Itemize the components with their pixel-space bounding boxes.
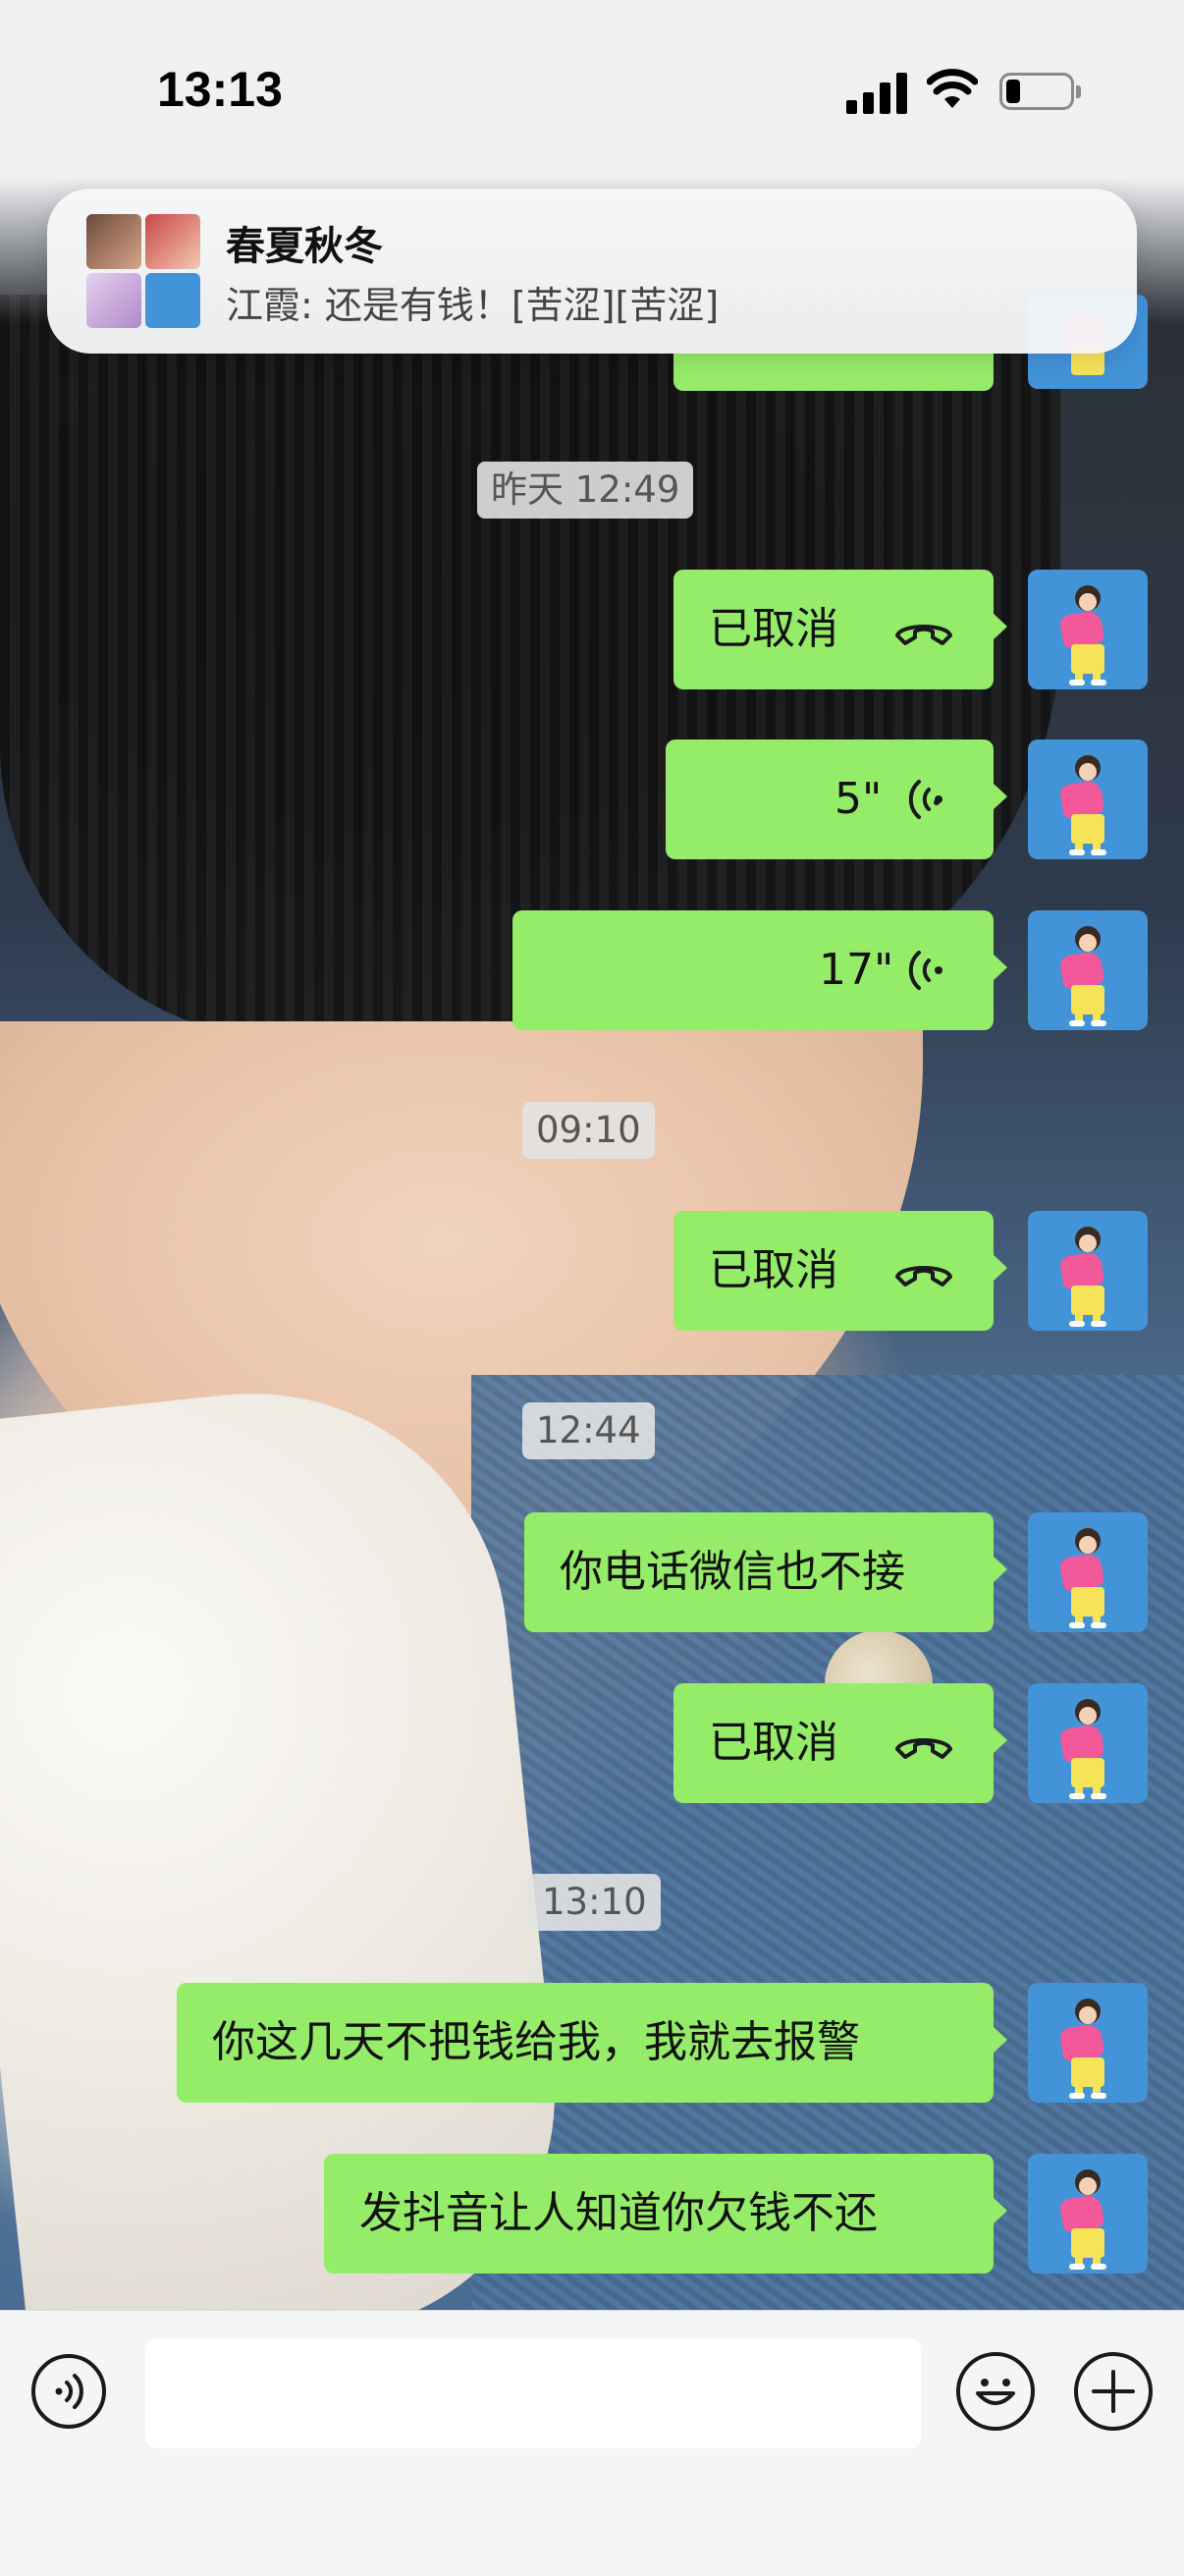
emoji-button[interactable] (956, 2352, 1035, 2431)
voice-wave-icon (908, 780, 942, 819)
emoji-icon (976, 2379, 1015, 2405)
avatar[interactable] (1028, 570, 1148, 689)
voice-mode-button[interactable] (31, 2354, 106, 2429)
message-bubble-text[interactable]: 你电话微信也不接 (524, 1512, 1007, 1632)
avatar[interactable] (1028, 1211, 1148, 1331)
wifi-icon (927, 69, 978, 108)
message-bubble-call[interactable]: 已取消 (673, 1683, 1007, 1803)
message-bubble-call[interactable]: 已取消 (673, 1211, 1007, 1331)
call-status-text: 已取消 (709, 1245, 838, 1295)
battery-icon (999, 73, 1081, 110)
avatar[interactable] (1028, 2154, 1148, 2274)
message-bubble-text[interactable]: 你这几天不把钱给我，我就去报警 (177, 1983, 1007, 2103)
message-input[interactable] (145, 2338, 921, 2448)
call-status-text: 已取消 (709, 1718, 838, 1768)
message-bubble-voice[interactable]: 17" (512, 910, 1007, 1030)
cellular-signal-icon (846, 69, 909, 114)
message-timestamp: 13:10 (528, 1874, 661, 1931)
message-timestamp: 12:44 (522, 1402, 655, 1459)
voice-wave-icon (908, 951, 942, 990)
message-timestamp: 09:10 (522, 1102, 655, 1159)
phone-hangup-icon (895, 1266, 952, 1287)
call-status-text: 已取消 (709, 604, 838, 654)
message-timestamp: 昨天 12:49 (477, 462, 694, 519)
message-text: 你这几天不把钱给我，我就去报警 (212, 2017, 860, 2067)
avatar[interactable] (1028, 740, 1148, 859)
message-text: 发抖音让人知道你欠钱不还 (359, 2188, 878, 2238)
message-bubble-voice[interactable]: 5" (666, 740, 1007, 859)
chat-input-bar (0, 2310, 1184, 2576)
group-avatar (86, 214, 202, 328)
voice-duration: 17" (819, 945, 894, 995)
avatar[interactable] (1028, 1983, 1148, 2103)
phone-hangup-icon (895, 625, 952, 645)
plus-icon (1092, 2370, 1135, 2413)
message-bubble-text[interactable]: 发抖音让人知道你欠钱不还 (324, 2154, 1007, 2274)
status-bar: 13:13 (0, 0, 1184, 167)
message-bubble-partial (673, 354, 994, 391)
more-options-button[interactable] (1074, 2352, 1153, 2431)
message-bubble-call[interactable]: 已取消 (673, 570, 1007, 689)
status-time: 13:13 (157, 62, 283, 117)
phone-hangup-icon (895, 1738, 952, 1759)
notification-message: 江霞: 还是有钱！[苦涩][苦涩] (226, 284, 720, 327)
notification-banner[interactable]: 春夏秋冬 江霞: 还是有钱！[苦涩][苦涩] (47, 189, 1137, 354)
notification-title: 春夏秋冬 (226, 224, 383, 269)
avatar[interactable] (1028, 1683, 1148, 1803)
voice-duration: 5" (834, 774, 883, 824)
avatar[interactable] (1028, 910, 1148, 1030)
message-text: 你电话微信也不接 (560, 1547, 905, 1597)
avatar[interactable] (1028, 1512, 1148, 1632)
voice-mode-icon (55, 2374, 83, 2409)
